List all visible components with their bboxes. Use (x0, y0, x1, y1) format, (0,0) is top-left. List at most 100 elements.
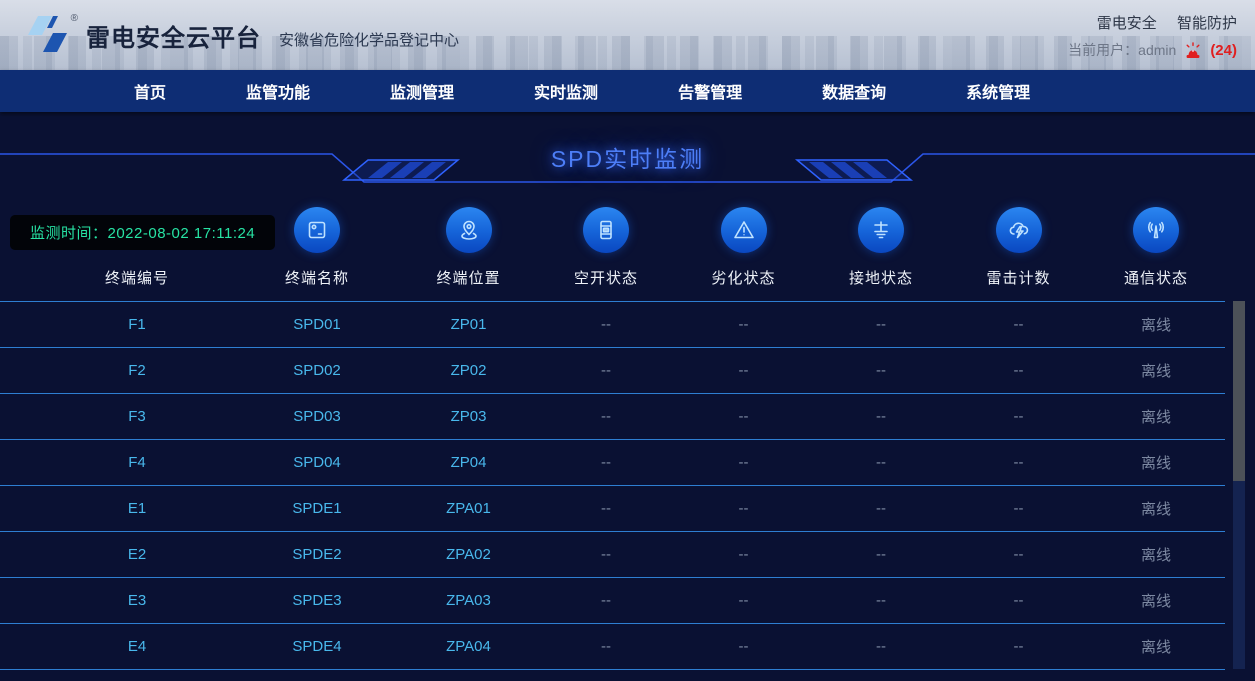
cell-grounding-status: -- (812, 454, 950, 471)
cell-degradation-status: -- (675, 316, 812, 333)
cell-grounding-status: -- (812, 316, 950, 333)
cell-breaker-status: -- (537, 316, 675, 333)
cell-terminal-name: SPDE2 (234, 546, 400, 563)
cell-terminal-id: F2 (0, 362, 234, 379)
terminal-device-icon (294, 207, 340, 253)
header-slogan: 雷电安全 智能防护 (1068, 12, 1237, 33)
cell-communication-status: 离线 (1087, 452, 1225, 473)
cell-grounding-status: -- (812, 592, 950, 609)
cell-lightning-count: -- (950, 500, 1087, 517)
app-subtitle: 安徽省危险化学品登记中心 (279, 29, 459, 50)
column-lightning-count: 雷击计数 (950, 190, 1087, 301)
monitor-time-text: 监测时间：2022-08-02 17:11:24 (30, 222, 255, 243)
cell-terminal-location: ZPA02 (400, 546, 537, 563)
cell-terminal-id: E3 (0, 592, 234, 609)
cell-lightning-count: -- (950, 454, 1087, 471)
nav-item[interactable]: 首页 (134, 79, 166, 103)
app-title: 雷电安全云平台 (86, 18, 261, 53)
column-degradation-status: 劣化状态 (675, 190, 812, 301)
cell-lightning-count: -- (950, 316, 1087, 333)
cell-degradation-status: -- (675, 408, 812, 425)
table-body: F1 SPD01 ZP01 -- -- -- -- 离线 F2 SPD02 ZP… (0, 301, 1225, 670)
nav-item[interactable]: 监测管理 (390, 79, 454, 103)
main-nav: 首页 监管功能 监测管理 实时监测 告警管理 数据查询 系统管理 (0, 70, 1255, 112)
title-section: SPD实时监测 (0, 112, 1255, 190)
breaker-icon (583, 207, 629, 253)
cell-terminal-location: ZPA04 (400, 638, 537, 655)
table-row[interactable]: F4 SPD04 ZP04 -- -- -- -- 离线 (0, 440, 1225, 486)
cell-grounding-status: -- (812, 408, 950, 425)
app-header: ® 雷电安全云平台 安徽省危险化学品登记中心 雷电安全 智能防护 当前用户：ad… (0, 0, 1255, 70)
cell-communication-status: 离线 (1087, 314, 1225, 335)
cell-degradation-status: -- (675, 592, 812, 609)
cell-terminal-id: F4 (0, 454, 234, 471)
cell-breaker-status: -- (537, 362, 675, 379)
cell-degradation-status: -- (675, 500, 812, 517)
brand-logo[interactable]: ® (22, 11, 80, 59)
cell-terminal-id: E4 (0, 638, 234, 655)
column-grounding-status: 接地状态 (812, 190, 950, 301)
antenna-icon (1133, 207, 1179, 253)
cell-terminal-name: SPDE4 (234, 638, 400, 655)
nav-item[interactable]: 监管功能 (246, 79, 310, 103)
nav-item[interactable]: 告警管理 (678, 79, 742, 103)
nav-item[interactable]: 实时监测 (534, 79, 598, 103)
cell-lightning-count: -- (950, 362, 1087, 379)
cell-communication-status: 离线 (1087, 406, 1225, 427)
slogan-smart-protection: 智能防护 (1177, 15, 1237, 32)
cell-grounding-status: -- (812, 362, 950, 379)
cell-grounding-status: -- (812, 638, 950, 655)
lightning-cloud-icon (996, 207, 1042, 253)
cell-breaker-status: -- (537, 454, 675, 471)
table-row[interactable]: E3 SPDE3 ZPA03 -- -- -- -- 离线 (0, 578, 1225, 624)
scrollbar-thumb[interactable] (1233, 301, 1245, 481)
cell-degradation-status: -- (675, 362, 812, 379)
nav-item[interactable]: 数据查询 (822, 79, 886, 103)
table-row[interactable]: F3 SPD03 ZP03 -- -- -- -- 离线 (0, 394, 1225, 440)
cell-communication-status: 离线 (1087, 590, 1225, 611)
cell-terminal-location: ZPA01 (400, 500, 537, 517)
cell-terminal-name: SPD02 (234, 362, 400, 379)
alarm-siren-icon[interactable] (1184, 42, 1202, 59)
cell-grounding-status: -- (812, 500, 950, 517)
cell-breaker-status: -- (537, 546, 675, 563)
cell-degradation-status: -- (675, 546, 812, 563)
warning-triangle-icon (721, 207, 767, 253)
cell-terminal-location: ZPA03 (400, 592, 537, 609)
current-user-label: 当前用户：admin (1068, 40, 1176, 60)
cell-terminal-id: F3 (0, 408, 234, 425)
cell-terminal-id: E2 (0, 546, 234, 563)
cell-communication-status: 离线 (1087, 636, 1225, 657)
cell-terminal-location: ZP03 (400, 408, 537, 425)
cell-communication-status: 离线 (1087, 544, 1225, 565)
cell-lightning-count: -- (950, 592, 1087, 609)
cell-breaker-status: -- (537, 500, 675, 517)
monitor-time-badge: 监测时间：2022-08-02 17:11:24 (10, 215, 275, 250)
grounding-icon (858, 207, 904, 253)
nav-item[interactable]: 系统管理 (966, 79, 1030, 103)
table-row[interactable]: E2 SPDE2 ZPA02 -- -- -- -- 离线 (0, 532, 1225, 578)
cell-degradation-status: -- (675, 454, 812, 471)
cell-terminal-name: SPD03 (234, 408, 400, 425)
cell-terminal-id: F1 (0, 316, 234, 333)
page-title: SPD实时监测 (0, 140, 1255, 174)
location-pin-icon (446, 207, 492, 253)
table-scrollbar[interactable] (1233, 301, 1245, 669)
alarm-count-badge[interactable]: (24) (1210, 42, 1237, 59)
cell-terminal-id: E1 (0, 500, 234, 517)
cell-terminal-name: SPD01 (234, 316, 400, 333)
table-row[interactable]: F1 SPD01 ZP01 -- -- -- -- 离线 (0, 302, 1225, 348)
cell-breaker-status: -- (537, 408, 675, 425)
cell-degradation-status: -- (675, 638, 812, 655)
table-row[interactable]: E4 SPDE4 ZPA04 -- -- -- -- 离线 (0, 624, 1225, 670)
column-terminal-location: 终端位置 (400, 190, 537, 301)
cell-terminal-name: SPDE3 (234, 592, 400, 609)
table-row[interactable]: F2 SPD02 ZP02 -- -- -- -- 离线 (0, 348, 1225, 394)
cell-breaker-status: -- (537, 592, 675, 609)
column-communication-status: 通信状态 (1087, 190, 1225, 301)
table-row[interactable]: E1 SPDE1 ZPA01 -- -- -- -- 离线 (0, 486, 1225, 532)
logo-icon (22, 11, 76, 57)
cell-terminal-name: SPDE1 (234, 500, 400, 517)
cell-breaker-status: -- (537, 638, 675, 655)
cell-communication-status: 离线 (1087, 498, 1225, 519)
